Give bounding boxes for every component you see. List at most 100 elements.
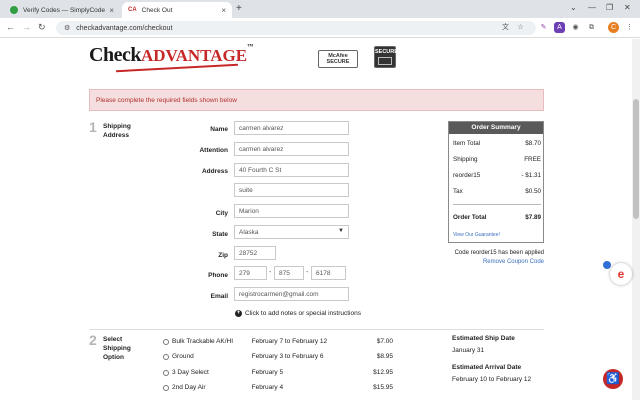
extension-icon[interactable]: ◉	[570, 22, 581, 33]
phone-area-input[interactable]: 279	[234, 266, 267, 280]
city-label: City	[215, 210, 228, 217]
forward-icon[interactable]: →	[22, 22, 31, 32]
summary-label: reorder15	[453, 172, 481, 179]
order-total-row: Order Total $7.89	[453, 214, 541, 221]
radio-button[interactable]	[163, 353, 169, 360]
summary-value: FREE	[524, 156, 541, 163]
logo-advantage-text: ADVANTAGE	[140, 46, 248, 65]
summary-value: $8.70	[525, 140, 541, 147]
address-line1-input[interactable]: 40 Fourth C St	[234, 163, 349, 177]
summary-value: - $1.31	[521, 172, 541, 179]
new-tab-button[interactable]: +	[236, 3, 242, 14]
total-value: $7.89	[525, 214, 541, 221]
phone-prefix-input[interactable]: 875	[274, 266, 304, 280]
tab-label: Verify Codes — SimplyCodes	[23, 6, 106, 14]
name-input[interactable]: carmen alvarez	[234, 121, 349, 135]
tab-verify-codes[interactable]: Verify Codes — SimplyCodes ×	[4, 2, 120, 18]
state-select[interactable]: Alaska ▼	[234, 225, 349, 239]
lock-icon	[378, 57, 392, 65]
address-label: Address	[201, 168, 228, 175]
shipping-service: Bulk Trackable AK/HI	[172, 338, 234, 345]
summary-label: Tax	[453, 188, 463, 195]
scrollbar[interactable]	[632, 39, 640, 400]
phone-label: Phone	[208, 272, 228, 279]
total-label: Order Total	[453, 214, 487, 221]
shipping-address-title: Shipping Address	[103, 122, 131, 140]
shipping-price: $12.95	[373, 369, 393, 376]
browser-tab-strip: Verify Codes — SimplyCodes × CA Check Ou…	[0, 0, 640, 18]
url-text: checkadvantage.com/checkout	[76, 24, 173, 32]
tab-check-out[interactable]: CA Check Out ×	[122, 2, 232, 18]
shipping-option-row[interactable]: 2nd Day Air February 4 $15.95	[163, 384, 393, 391]
accessibility-icon[interactable]: ♿	[603, 369, 623, 389]
puzzle-extensions-icon[interactable]: ⧉	[586, 22, 597, 33]
checkadvantage-favicon-icon: CA	[128, 6, 137, 14]
radio-button[interactable]	[163, 369, 169, 376]
shipping-dates: February 7 to February 12	[251, 338, 328, 345]
state-selected-value: Alaska	[239, 229, 259, 236]
menu-kebab-icon[interactable]: ⋮	[624, 22, 635, 33]
shipping-service: Ground	[172, 353, 194, 360]
address-bar[interactable]: ⚙ checkadvantage.com/checkout	[56, 21, 536, 35]
minimize-icon[interactable]: —	[588, 3, 596, 12]
address-line2-input[interactable]: suite	[234, 183, 349, 197]
shipping-option-row[interactable]: Bulk Trackable AK/HI February 7 to Febru…	[163, 338, 393, 345]
email-input[interactable]: registrocarmen@gmail.com	[234, 287, 349, 301]
tab-label: Check Out	[141, 6, 173, 14]
shipping-option-row[interactable]: Ground February 3 to February 6 $8.95	[163, 353, 393, 360]
email-label: Email	[210, 293, 228, 300]
attention-input[interactable]: carmen alvarez	[234, 142, 349, 156]
phone-separator: -	[306, 269, 309, 276]
title-line: Select	[103, 336, 123, 343]
name-label: Name	[210, 126, 228, 133]
remove-coupon-link[interactable]: Remove Coupon Code	[440, 259, 544, 265]
phone-line-input[interactable]: 6178	[311, 266, 346, 280]
title-line: Address	[103, 132, 130, 139]
mcafee-badge-line-2: SECURE	[326, 59, 350, 65]
guarantee-link[interactable]: View Our Guarantee!	[453, 232, 500, 238]
secure-site-badge[interactable]: SECURE	[374, 46, 398, 68]
tab-search-icon[interactable]: ⌄	[570, 3, 577, 12]
mcafee-secure-badge[interactable]: McAfee SECURE	[318, 50, 358, 68]
site-info-icon[interactable]: ⚙	[64, 24, 70, 32]
summary-row: reorder15 - $1.31	[453, 172, 541, 179]
summary-label: Item Total	[453, 140, 481, 147]
radio-button[interactable]	[163, 384, 169, 391]
browser-toolbar: ← → ↻ ⚙ checkadvantage.com/checkout 文 ☆ …	[0, 18, 640, 38]
order-summary-title: Order Summary	[449, 122, 543, 134]
close-tab-icon[interactable]: ×	[109, 6, 114, 15]
back-icon[interactable]: ←	[6, 22, 15, 32]
order-summary-panel: Order Summary Item Total $8.70 Shipping …	[448, 121, 544, 243]
scrollbar-thumb[interactable]	[633, 99, 639, 219]
shipping-option-row[interactable]: 3 Day Select February 5 $12.95	[163, 369, 393, 376]
summary-row: Shipping FREE	[453, 156, 541, 163]
translate-icon[interactable]: 文	[500, 22, 511, 33]
summary-divider	[453, 204, 541, 205]
maximize-icon[interactable]: ❐	[606, 3, 613, 12]
secure-badge-text: SECURE	[375, 49, 398, 55]
close-window-icon[interactable]: ✕	[624, 3, 631, 12]
profile-avatar[interactable]: C	[608, 22, 619, 33]
shipping-option-title: Select Shipping Option	[103, 335, 131, 362]
close-tab-icon[interactable]: ×	[221, 6, 226, 15]
zip-input[interactable]: 28752	[234, 246, 276, 260]
title-line: Option	[103, 354, 124, 361]
shipping-dates: February 4	[251, 384, 284, 391]
bookmark-star-icon[interactable]: ☆	[515, 22, 526, 33]
attention-label: Attention	[199, 147, 228, 154]
plus-circle-icon: +	[235, 310, 242, 317]
zip-label: Zip	[218, 252, 228, 259]
radio-button[interactable]	[163, 338, 169, 345]
logo-check-text: Check	[89, 44, 141, 66]
add-notes-link[interactable]: + Click to add notes or special instruct…	[235, 310, 361, 317]
shipping-service: 2nd Day Air	[172, 384, 206, 391]
summary-value: $0.50	[525, 188, 541, 195]
reload-icon[interactable]: ↻	[38, 22, 46, 33]
phone-separator: -	[269, 269, 272, 276]
city-input[interactable]: Marion	[234, 204, 349, 218]
title-line: Shipping	[103, 123, 131, 130]
coupon-extension-icon[interactable]: e	[610, 263, 632, 285]
shipping-dates: February 3 to February 6	[251, 353, 324, 360]
a-extension-icon[interactable]: A	[554, 22, 565, 33]
pen-extension-icon[interactable]: ✎	[538, 22, 549, 33]
